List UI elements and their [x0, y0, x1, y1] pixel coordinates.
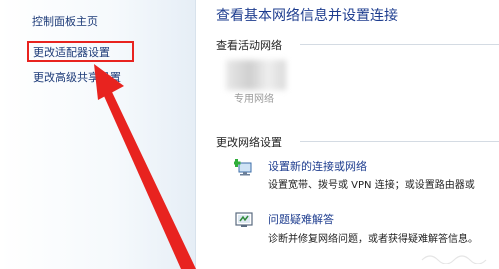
page-title: 查看基本网络信息并设置连接 [216, 8, 398, 24]
annotation-highlight-box [27, 41, 134, 62]
section-divider [300, 141, 499, 142]
network-name-redacted [226, 60, 286, 90]
network-type: 专用网络 [234, 94, 274, 105]
active-networks-label: 查看活动网络 [216, 39, 282, 52]
sidebar: 控制面板主页 更改适配器设置 更改高级共享设置 [0, 0, 195, 269]
new-connection-icon[interactable] [234, 157, 254, 177]
setup-new-connection-description: 设置宽带、拨号或 VPN 连接；或设置路由器或 [268, 180, 475, 191]
sidebar-divider [195, 0, 196, 269]
watermark-graphic [421, 255, 487, 264]
change-settings-label: 更改网络设置 [216, 136, 282, 149]
setup-new-connection-link[interactable]: 设置新的连接或网络 [268, 158, 367, 174]
troubleshoot-description: 诊断并修复网络问题，或者获得疑难解答信息。 [268, 234, 478, 245]
troubleshoot-link[interactable]: 问题疑难解答 [268, 211, 334, 227]
sidebar-item-change-advanced-sharing[interactable]: 更改高级共享设置 [33, 71, 121, 85]
sidebar-item-control-panel-home[interactable]: 控制面板主页 [32, 15, 98, 29]
section-divider [300, 44, 499, 45]
troubleshoot-icon[interactable] [234, 210, 254, 230]
